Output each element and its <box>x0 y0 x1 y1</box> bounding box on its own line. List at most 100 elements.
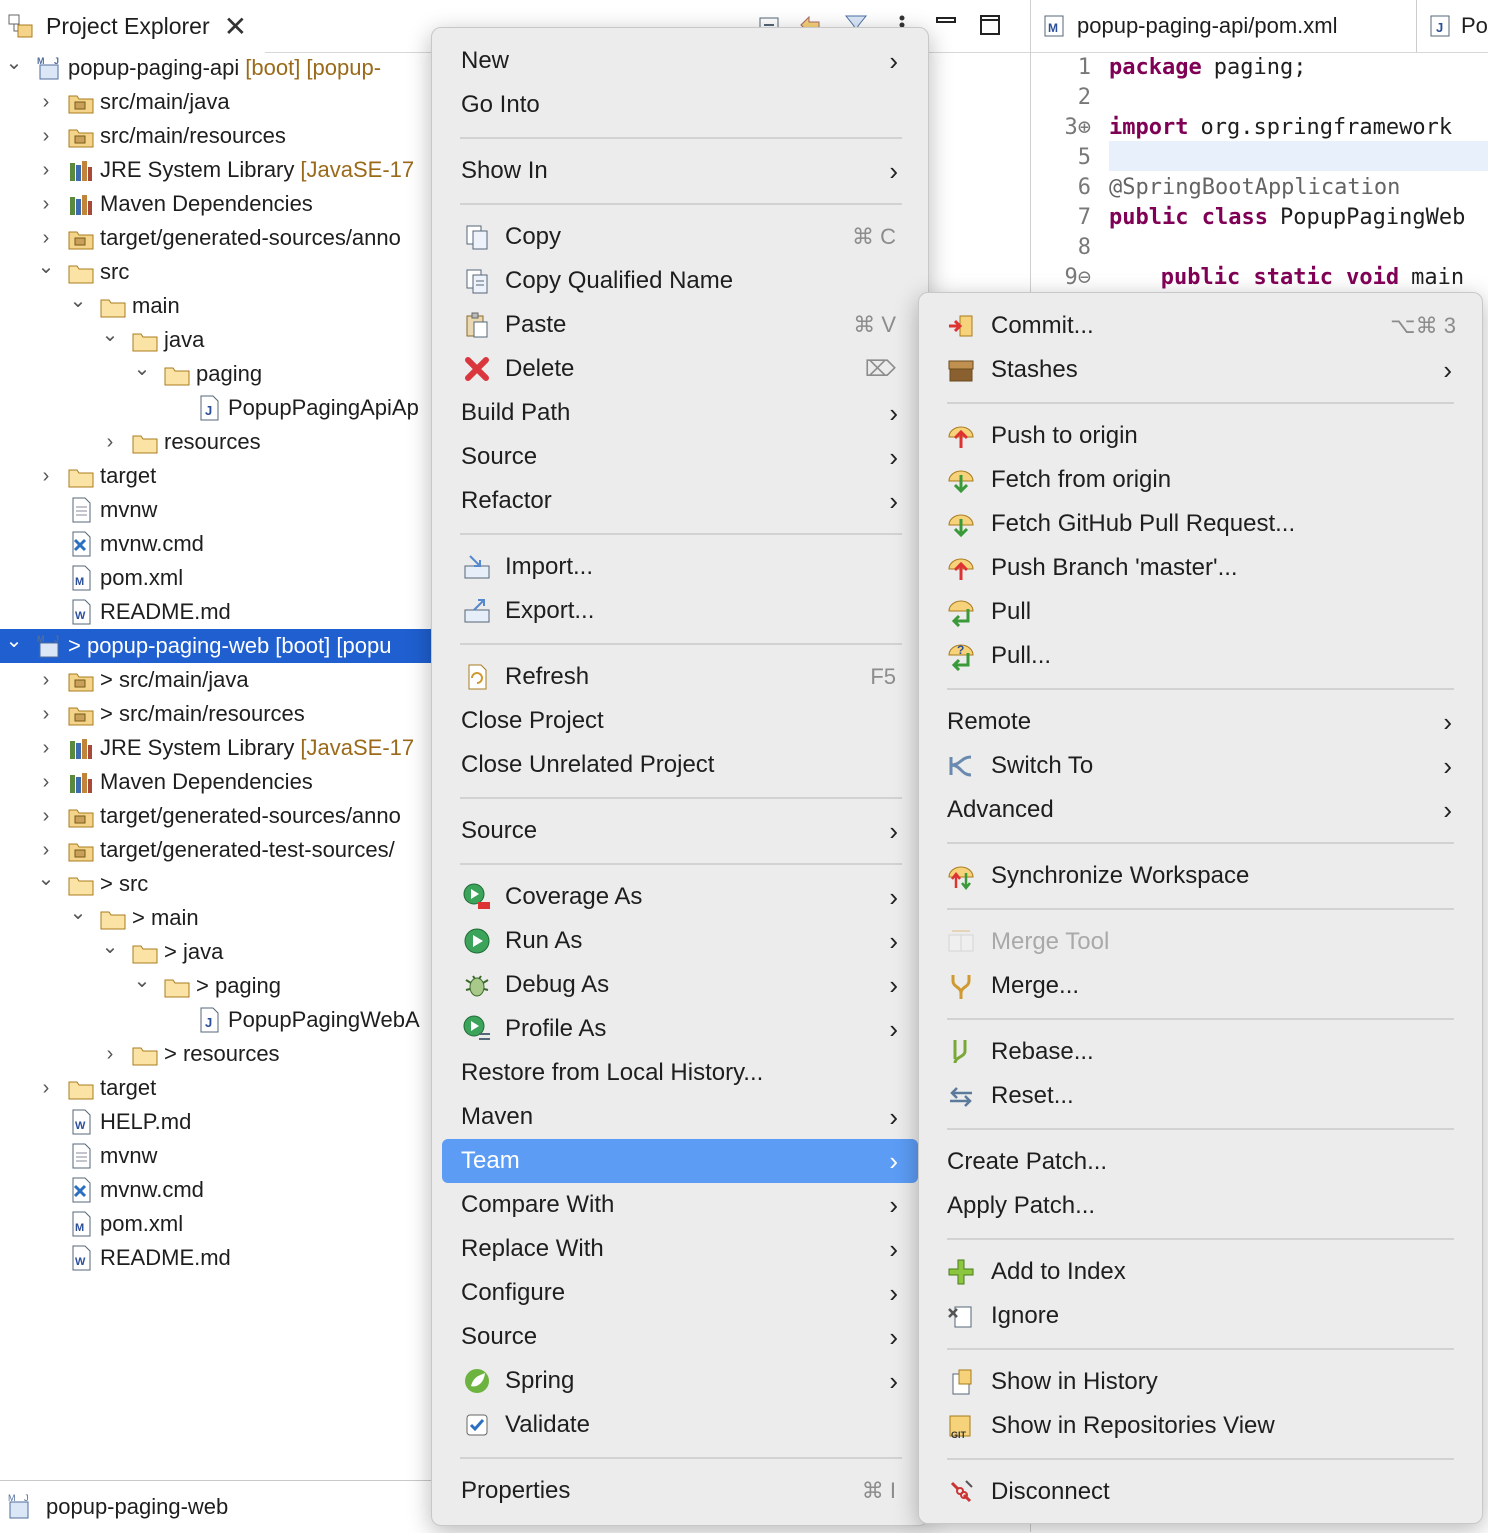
menu-item-team[interactable]: Team › <box>442 1139 918 1183</box>
menu-item-show-in-history[interactable]: Show in History <box>919 1360 1482 1404</box>
menu-item-apply-patch[interactable]: Apply Patch... <box>919 1184 1482 1228</box>
validate-checkbox-icon <box>462 1410 492 1440</box>
chevron-down-icon[interactable]: ⌄ <box>98 322 122 347</box>
chevron-down-icon[interactable]: ⌄ <box>66 288 90 313</box>
menu-item-fetch-github-pull-request[interactable]: Fetch GitHub Pull Request... <box>919 502 1482 546</box>
menu-item-coverage-as[interactable]: Coverage As › <box>432 875 928 919</box>
menu-item-validate[interactable]: Validate <box>432 1403 928 1447</box>
menu-item-reset[interactable]: Reset... <box>919 1074 1482 1118</box>
menu-item-create-patch[interactable]: Create Patch... <box>919 1140 1482 1184</box>
menu-item-show-in[interactable]: Show In › <box>432 149 928 193</box>
menu-item-commit[interactable]: Commit... ⌥⌘ 3 <box>919 304 1482 348</box>
menu-item-source[interactable]: Source › <box>432 809 928 853</box>
menu-item-profile-as[interactable]: Profile As › <box>432 1007 928 1051</box>
chevron-right-icon[interactable]: › <box>34 1077 58 1100</box>
menu-item-properties[interactable]: Properties ⌘ I <box>432 1469 928 1513</box>
tab-project-explorer[interactable]: Project Explorer ✕ <box>0 0 266 52</box>
menu-item-stashes[interactable]: Stashes › <box>919 348 1482 392</box>
menu-item-paste[interactable]: Paste ⌘ V <box>432 303 928 347</box>
shortcut-hint: ⌦ <box>864 356 896 381</box>
coverage-icon <box>462 882 492 912</box>
menu-item-close-project[interactable]: Close Project <box>432 699 928 743</box>
menu-item-push-to-origin[interactable]: Push to origin <box>919 414 1482 458</box>
tab-pom-xml[interactable]: M popup-paging-api/pom.xml <box>1041 0 1416 52</box>
tree-item-label: pom.xml <box>100 1211 184 1236</box>
menu-item-rebase[interactable]: Rebase... <box>919 1030 1482 1074</box>
tree-item-decoration: [boot] [popu <box>275 633 392 658</box>
menu-item-show-in-repositories-view[interactable]: GIT Show in Repositories View <box>919 1404 1482 1448</box>
menu-item-ignore[interactable]: Ignore <box>919 1294 1482 1338</box>
menu-item-synchronize-workspace[interactable]: Synchronize Workspace <box>919 854 1482 898</box>
chevron-right-icon[interactable]: › <box>34 91 58 114</box>
chevron-right-icon: › <box>889 1365 898 1396</box>
minimize-icon[interactable] <box>933 12 959 38</box>
chevron-down-icon[interactable]: ⌄ <box>34 254 58 279</box>
menu-item-fetch-from-origin[interactable]: Fetch from origin <box>919 458 1482 502</box>
merge-icon <box>946 971 976 1001</box>
menu-item-maven[interactable]: Maven › <box>432 1095 928 1139</box>
chevron-down-icon[interactable]: ⌄ <box>98 934 122 959</box>
chevron-right-icon[interactable]: › <box>98 431 122 454</box>
menu-item-pull[interactable]: Pull <box>919 590 1482 634</box>
tab-java-file[interactable]: J Po <box>1427 0 1488 52</box>
menu-item-source[interactable]: Source › <box>432 435 928 479</box>
menu-item-run-as[interactable]: Run As › <box>432 919 928 963</box>
menu-item-copy-qualified-name[interactable]: Copy Qualified Name <box>432 259 928 303</box>
chevron-down-icon[interactable]: ⌄ <box>130 356 154 381</box>
menu-item-remote[interactable]: Remote › <box>919 700 1482 744</box>
menu-item-close-unrelated-project[interactable]: Close Unrelated Project <box>432 743 928 787</box>
menu-item-replace-with[interactable]: Replace With › <box>432 1227 928 1271</box>
chevron-down-icon[interactable]: ⌄ <box>2 50 26 75</box>
chevron-down-icon[interactable]: ⌄ <box>34 866 58 891</box>
folder-icon <box>130 427 160 457</box>
menu-item-configure[interactable]: Configure › <box>432 1271 928 1315</box>
chevron-right-icon[interactable]: › <box>34 805 58 828</box>
menu-item-pull[interactable]: ? Pull... <box>919 634 1482 678</box>
menu-item-spring[interactable]: Spring › <box>432 1359 928 1403</box>
folder-icon <box>98 903 128 933</box>
menu-item-disconnect[interactable]: Disconnect <box>919 1470 1482 1514</box>
maximize-icon[interactable] <box>977 12 1003 38</box>
source-folder-icon <box>66 121 96 151</box>
menu-item-debug-as[interactable]: Debug As › <box>432 963 928 1007</box>
chevron-right-icon[interactable]: › <box>34 159 58 182</box>
menu-item-compare-with[interactable]: Compare With › <box>432 1183 928 1227</box>
svg-text:M: M <box>1048 21 1058 35</box>
chevron-right-icon[interactable]: › <box>34 839 58 862</box>
menu-item-copy[interactable]: Copy ⌘ C <box>432 215 928 259</box>
menu-item-source[interactable]: Source › <box>432 1315 928 1359</box>
chevron-right-icon[interactable]: › <box>34 737 58 760</box>
chevron-right-icon[interactable]: › <box>34 669 58 692</box>
chevron-right-icon[interactable]: › <box>34 125 58 148</box>
run-icon <box>462 926 492 956</box>
menu-item-refresh[interactable]: Refresh F5 <box>432 655 928 699</box>
tree-item-label: PopupPagingApiAp <box>228 395 419 420</box>
menu-item-restore-from-local-history[interactable]: Restore from Local History... <box>432 1051 928 1095</box>
menu-item-push-branch-master[interactable]: Push Branch 'master'... <box>919 546 1482 590</box>
chevron-down-icon[interactable]: ⌄ <box>66 900 90 925</box>
menu-item-refactor[interactable]: Refactor › <box>432 479 928 523</box>
menu-item-build-path[interactable]: Build Path › <box>432 391 928 435</box>
chevron-right-icon[interactable]: › <box>98 1043 122 1066</box>
menu-item-new[interactable]: New › <box>432 39 928 83</box>
menu-item-import[interactable]: Import... <box>432 545 928 589</box>
svg-text:M: M <box>37 634 45 644</box>
svg-text:J: J <box>24 1493 29 1503</box>
chevron-right-icon[interactable]: › <box>34 703 58 726</box>
close-icon[interactable]: ✕ <box>224 10 247 43</box>
chevron-down-icon[interactable]: ⌄ <box>2 628 26 653</box>
chevron-right-icon[interactable]: › <box>34 193 58 216</box>
source-folder-icon <box>66 801 96 831</box>
menu-item-label: Compare With <box>461 1191 615 1218</box>
chevron-down-icon[interactable]: ⌄ <box>130 968 154 993</box>
chevron-right-icon[interactable]: › <box>34 465 58 488</box>
menu-item-merge[interactable]: Merge... <box>919 964 1482 1008</box>
menu-item-switch-to[interactable]: Switch To › <box>919 744 1482 788</box>
menu-item-advanced[interactable]: Advanced › <box>919 788 1482 832</box>
menu-item-add-to-index[interactable]: Add to Index <box>919 1250 1482 1294</box>
menu-item-export[interactable]: Export... <box>432 589 928 633</box>
menu-item-go-into[interactable]: Go Into <box>432 83 928 127</box>
chevron-right-icon[interactable]: › <box>34 771 58 794</box>
menu-item-delete[interactable]: Delete ⌦ <box>432 347 928 391</box>
chevron-right-icon[interactable]: › <box>34 227 58 250</box>
